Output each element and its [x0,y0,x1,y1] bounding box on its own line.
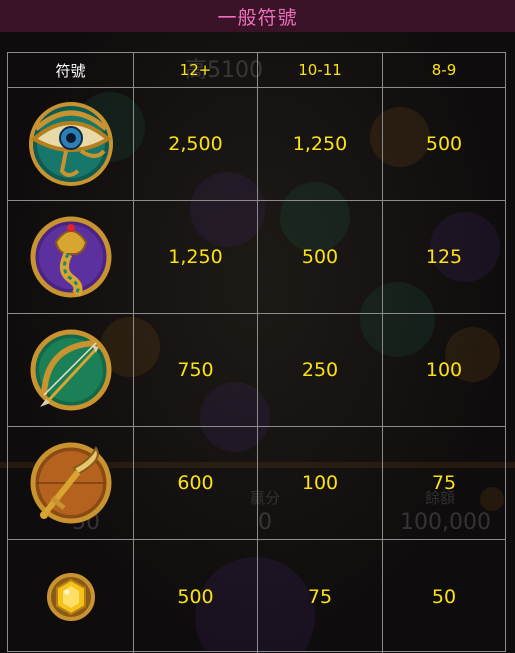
payout-cell: 1,250 [133,201,257,313]
bow-arrow-icon [30,329,111,411]
table-row: 750 250 100 [8,313,505,426]
payout-cell: 600 [133,427,257,539]
payout-cell: 500 [133,540,257,653]
paytable-header-row: 符號 12+ 10-11 8-9 [8,53,505,87]
column-header-8-9: 8-9 [382,53,505,87]
payout-cell: 100 [382,314,505,426]
payout-cell: 750 [133,314,257,426]
column-header-10-11: 10-11 [257,53,382,87]
page-title: 一般符號 [0,0,515,32]
table-row: 2,500 1,250 500 [8,87,505,200]
payout-cell: 2,500 [133,88,257,200]
payout-cell: 100 [257,427,382,539]
payout-cell: 500 [382,88,505,200]
symbol-cell [8,427,133,539]
column-header-symbol: 符號 [55,61,86,80]
payout-cell: 500 [257,201,382,313]
symbol-cell [8,540,133,653]
gold-gem-icon [46,572,95,621]
table-row: 600 100 75 [8,426,505,539]
page-title-text: 一般符號 [217,6,298,29]
table-row: 500 75 50 [8,539,505,653]
khopesh-sword-icon [30,442,111,524]
payout-cell: 75 [382,427,505,539]
payout-cell: 250 [257,314,382,426]
table-row: 1,250 500 125 [8,200,505,313]
payout-cell: 75 [257,540,382,653]
symbol-cell [8,314,133,426]
payout-cell: 50 [382,540,505,653]
paytable: 符號 12+ 10-11 8-9 2,500 1,250 500 1,250 5… [7,52,506,653]
payout-cell: 1,250 [257,88,382,200]
payout-cell: 125 [382,201,505,313]
symbol-cell [8,88,133,200]
eye-of-horus-icon [28,102,113,186]
column-header-12plus: 12+ [133,53,257,87]
symbol-cell [8,201,133,313]
cobra-icon [30,216,111,298]
